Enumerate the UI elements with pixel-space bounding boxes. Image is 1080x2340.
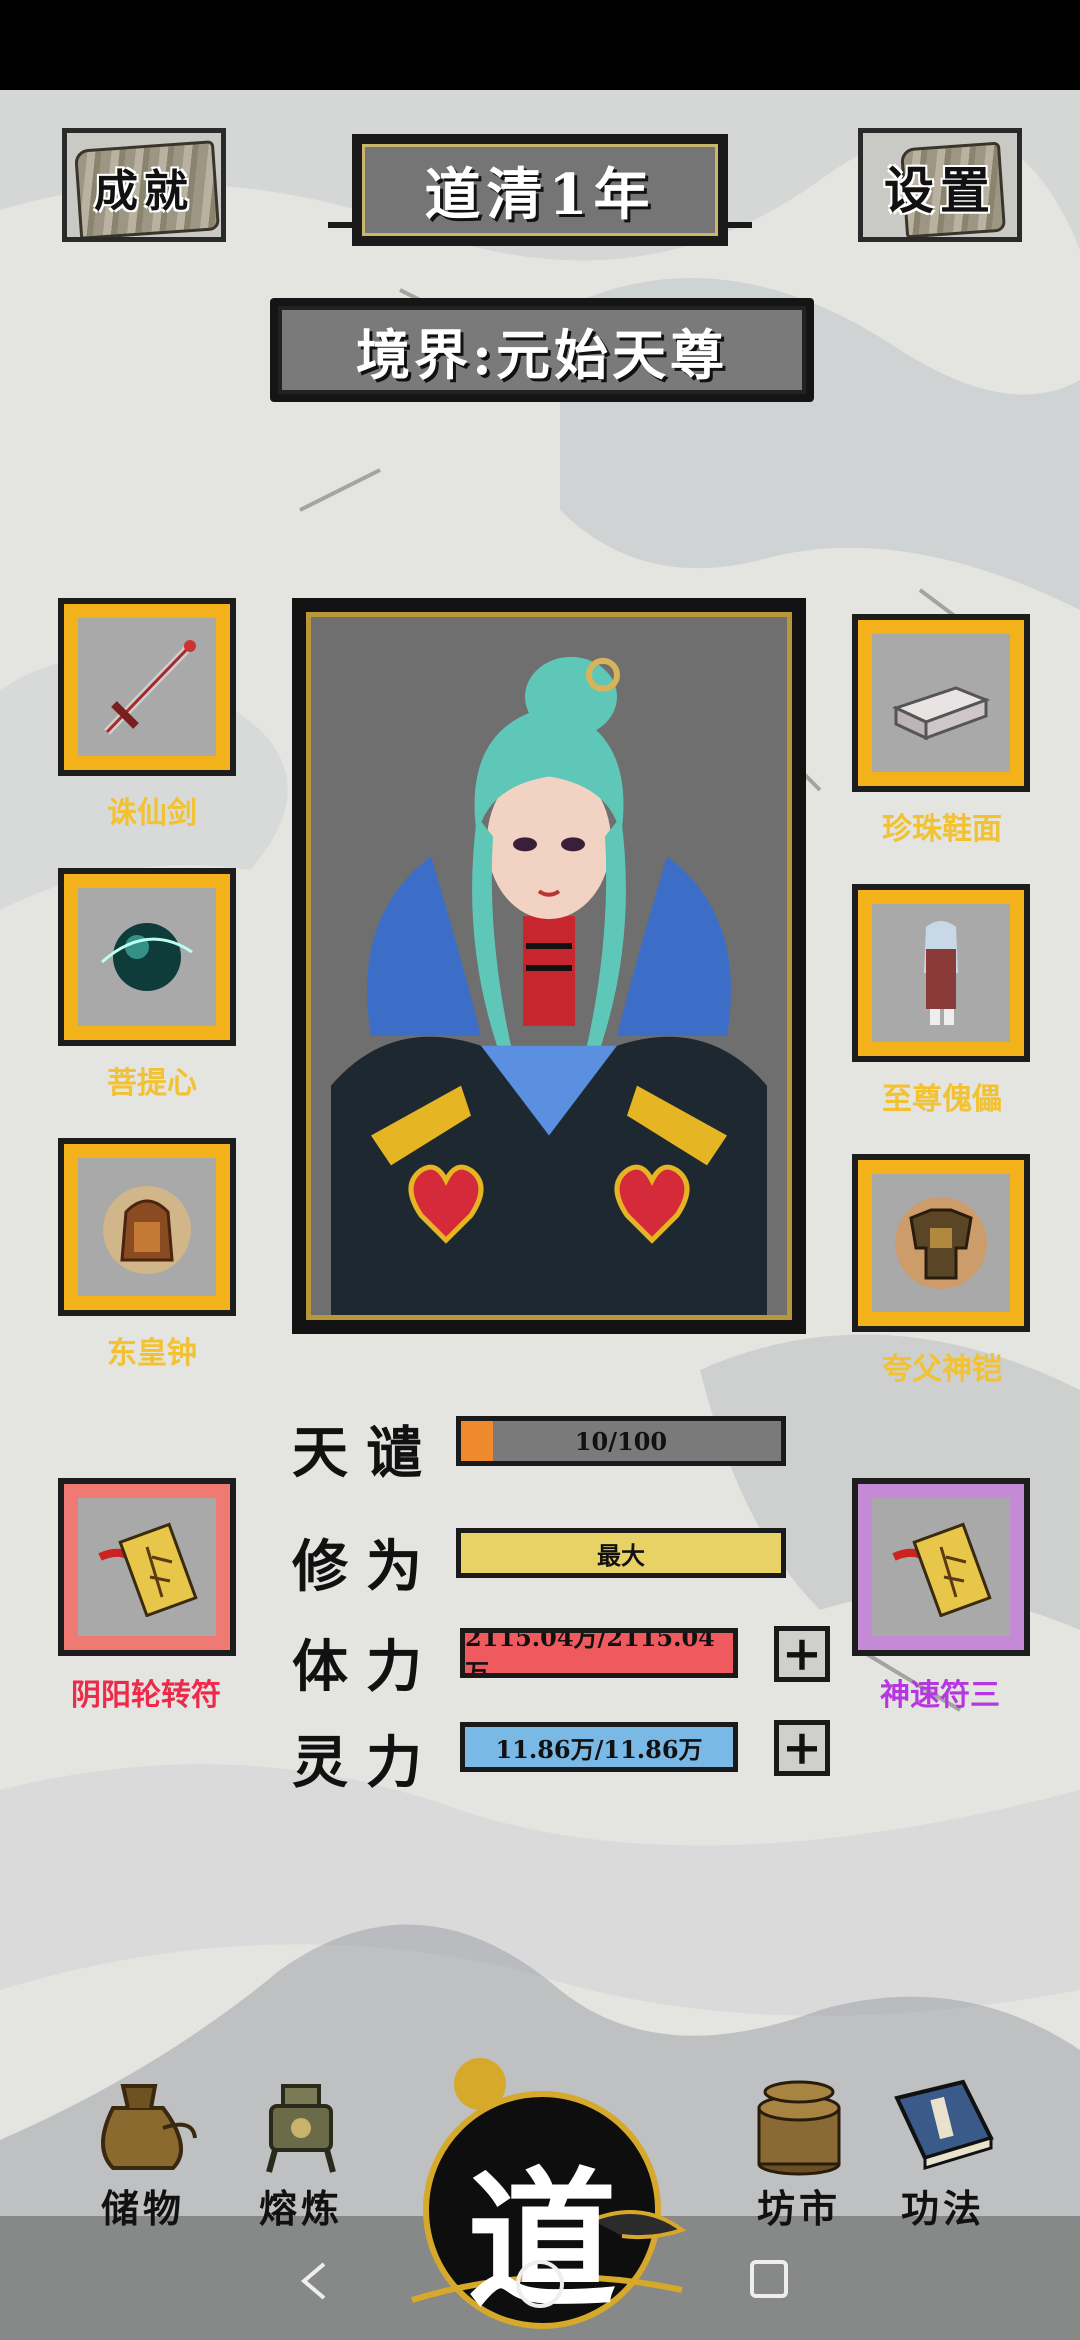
nav-storage[interactable]: 储物 xyxy=(68,2068,218,2233)
equip-slot-orb[interactable] xyxy=(58,868,236,1046)
tianqian-bar: 10/100 xyxy=(456,1416,786,1466)
slot-label: 东皇钟 xyxy=(107,1336,197,1371)
year-label: 道清1年 xyxy=(424,161,656,228)
character-portrait xyxy=(292,598,806,1334)
achievement-button[interactable]: 成就 xyxy=(62,128,226,242)
tili-value: 2115.04万/2115.04万 xyxy=(465,1628,715,1678)
xiuwei-value: 最大 xyxy=(597,1540,645,1570)
bag-icon xyxy=(101,2084,197,2170)
equip-slot-armor[interactable] xyxy=(852,1154,1030,1332)
tianqian-bar-fill xyxy=(461,1421,493,1461)
recents-nav-icon[interactable] xyxy=(746,2256,792,2302)
realm-plaque: 境界:元始天尊 xyxy=(270,298,814,402)
talisman-scroll-icon xyxy=(98,1522,198,1617)
bell-icon xyxy=(103,1186,191,1274)
equip-slot-puppet[interactable] xyxy=(852,884,1030,1062)
stat-label-tili: 体力 xyxy=(292,1634,440,1700)
realm-label: 境界:元始天尊 xyxy=(356,322,728,387)
equip-slot-shoe[interactable] xyxy=(852,614,1030,792)
tili-plus-button[interactable]: + xyxy=(774,1626,830,1682)
tianqian-value: 10/100 xyxy=(574,1426,668,1456)
nav-market[interactable]: 坊市 xyxy=(724,2068,874,2233)
nav-techniques[interactable]: 功法 xyxy=(868,2068,1018,2233)
book-icon xyxy=(894,2079,994,2171)
xiuwei-bar: 最大 xyxy=(456,1528,786,1578)
settings-button[interactable]: 设置 xyxy=(858,128,1022,242)
lingli-plus-button[interactable]: + xyxy=(774,1720,830,1776)
coins-icon xyxy=(757,2080,841,2176)
talisman-scroll-icon xyxy=(892,1522,992,1617)
character-art xyxy=(311,617,787,1315)
orb-icon xyxy=(101,923,193,991)
puppet-icon xyxy=(924,921,958,1025)
lingli-bar: 11.86万/11.86万 xyxy=(460,1722,738,1772)
nav-storage-label: 储物 xyxy=(100,2186,185,2231)
equip-slot-sword[interactable] xyxy=(58,598,236,776)
nav-smelting-label: 熔炼 xyxy=(258,2186,343,2231)
status-bar xyxy=(0,0,1080,90)
talisman-slot-right[interactable] xyxy=(852,1478,1030,1656)
nav-smelting[interactable]: 熔炼 xyxy=(226,2068,376,2233)
lingli-value: 11.86万/11.86万 xyxy=(495,1734,703,1764)
stat-label-lingli: 灵力 xyxy=(292,1730,440,1796)
slot-label: 夸父神铠 xyxy=(882,1352,1002,1387)
back-nav-icon[interactable] xyxy=(290,2256,340,2306)
talisman-label-left: 阴阳轮转符 xyxy=(71,1678,221,1713)
slot-label: 至尊傀儡 xyxy=(882,1082,1002,1117)
nav-techniques-label: 功法 xyxy=(900,2186,985,2231)
stat-label-xiuwei: 修为 xyxy=(292,1534,440,1600)
equip-slot-bell[interactable] xyxy=(58,1138,236,1316)
stat-label-tianqian: 天谴 xyxy=(292,1420,440,1486)
home-nav-icon[interactable] xyxy=(512,2256,568,2312)
sword-icon xyxy=(104,640,196,735)
slot-label: 诛仙剑 xyxy=(107,796,197,831)
slot-label: 菩提心 xyxy=(107,1066,197,1101)
tili-bar: 2115.04万/2115.04万 xyxy=(460,1628,738,1678)
shoe-icon xyxy=(891,686,991,741)
year-plaque: 道清1年 xyxy=(352,134,728,246)
talisman-label-right: 神速符三 xyxy=(880,1678,1000,1713)
nav-market-label: 坊市 xyxy=(756,2186,841,2231)
talisman-slot-left[interactable] xyxy=(58,1478,236,1656)
armor-icon xyxy=(895,1197,987,1289)
slot-label: 珍珠鞋面 xyxy=(882,812,1002,847)
cauldron-icon xyxy=(266,2084,336,2173)
